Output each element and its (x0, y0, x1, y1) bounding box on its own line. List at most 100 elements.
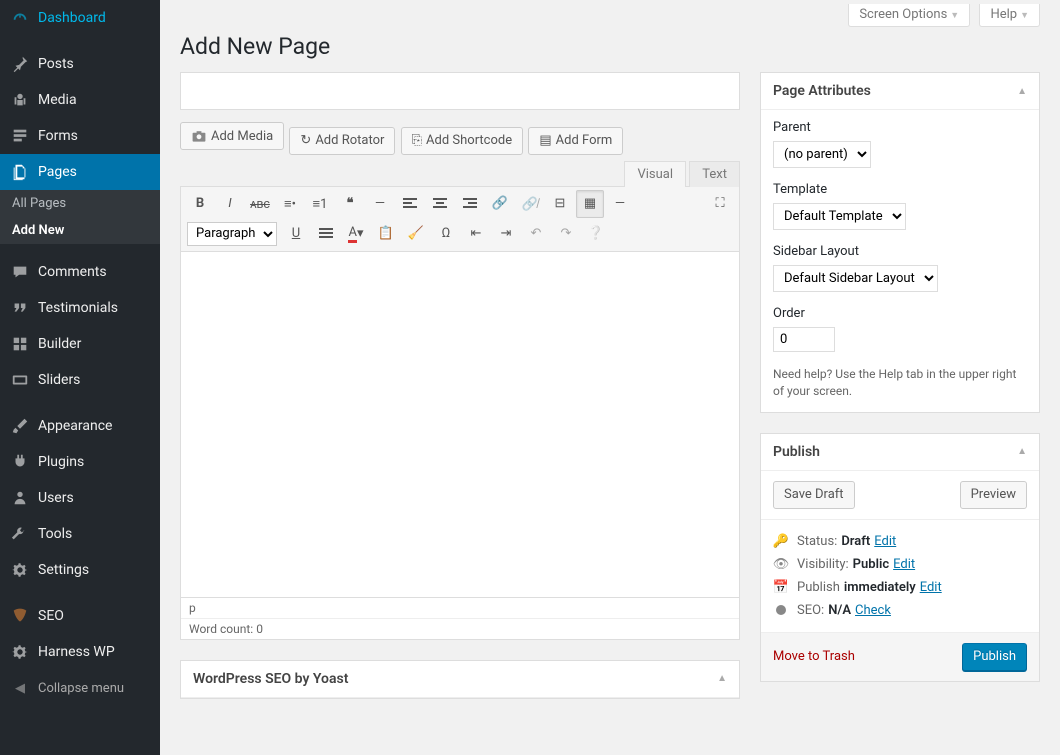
underline-button[interactable]: U (282, 220, 310, 248)
brush-icon (10, 416, 30, 436)
align-center-button[interactable] (426, 190, 454, 218)
sidebar-item-builder[interactable]: Builder (0, 326, 160, 362)
bullet-list-button[interactable]: ≡• (276, 190, 304, 218)
page-attributes-header[interactable]: Page Attributes ▲ (761, 73, 1039, 110)
format-select[interactable]: Paragraph (187, 222, 277, 246)
publish-header[interactable]: Publish ▲ (761, 434, 1039, 471)
tab-visual[interactable]: Visual (624, 161, 686, 187)
help-button[interactable]: Help▼ (979, 4, 1040, 27)
sidebar-item-harness[interactable]: Harness WP (0, 634, 160, 670)
page-title-input[interactable] (180, 72, 740, 110)
grid-icon (10, 334, 30, 354)
text-color-button[interactable]: A ▾ (342, 220, 370, 248)
sidebar-item-pages[interactable]: Pages (0, 154, 160, 190)
move-to-trash-link[interactable]: Move to Trash (773, 649, 855, 664)
calendar-icon: 📅 (773, 580, 789, 595)
unlink-button[interactable]: 🔗̸ (516, 190, 544, 218)
yoast-seo-box: WordPress SEO by Yoast ▲ (180, 660, 740, 699)
pin-icon (10, 54, 30, 74)
editor-toolbar: B I ᴀʙᴄ ≡• ≡1 ❝ — 🔗 🔗̸ ⊟ ▦ — ⛶ (180, 186, 740, 252)
submenu-add-new[interactable]: Add New (0, 217, 160, 244)
sidebar-item-forms[interactable]: Forms (0, 118, 160, 154)
sidebar-item-label: Dashboard (38, 10, 106, 26)
sliders-icon (10, 370, 30, 390)
hr-button[interactable]: — (366, 190, 394, 218)
sidebar-item-media[interactable]: Media (0, 82, 160, 118)
sidebar-item-testimonials[interactable]: Testimonials (0, 290, 160, 326)
chevron-up-icon: ▲ (1017, 86, 1027, 97)
undo-button[interactable]: ↶ (522, 220, 550, 248)
add-shortcode-button[interactable]: ⎘Add Shortcode (401, 127, 524, 155)
order-input[interactable] (773, 327, 835, 352)
italic-button[interactable]: I (216, 190, 244, 218)
element-path[interactable]: p (181, 598, 739, 619)
dashboard-icon (10, 8, 30, 28)
sidebar-item-dashboard[interactable]: Dashboard (0, 0, 160, 36)
editor-statusbar: p Word count: 0 (180, 598, 740, 640)
paste-text-button[interactable]: 📋 (372, 220, 400, 248)
save-draft-button[interactable]: Save Draft (773, 481, 855, 509)
sidebar-item-sliders[interactable]: Sliders (0, 362, 160, 398)
bold-button[interactable]: B (186, 190, 214, 218)
help-button[interactable]: ❔ (582, 220, 610, 248)
add-rotator-button[interactable]: ↻Add Rotator (289, 127, 395, 155)
add-media-button[interactable]: Add Media (180, 122, 284, 150)
screen-options-button[interactable]: Screen Options▼ (848, 4, 970, 27)
edit-status-link[interactable]: Edit (874, 534, 896, 549)
collapse-menu[interactable]: ◀ Collapse menu (0, 670, 160, 706)
add-form-button[interactable]: ▤Add Form (528, 127, 623, 155)
sidebar-item-plugins[interactable]: Plugins (0, 444, 160, 480)
parent-label: Parent (773, 120, 1027, 135)
clear-formatting-button[interactable]: 🧹 (402, 220, 430, 248)
readmore-button[interactable]: ⊟ (546, 190, 574, 218)
fullscreen-button[interactable]: ⛶ (706, 190, 734, 218)
special-char-button[interactable]: Ω (432, 220, 460, 248)
check-seo-link[interactable]: Check (855, 603, 891, 618)
publish-button[interactable]: Publish (962, 643, 1027, 671)
sidebar-layout-select[interactable]: Default Sidebar Layout (773, 265, 938, 292)
sidebar-item-users[interactable]: Users (0, 480, 160, 516)
publish-box: Publish ▲ Save Draft Preview 🔑 Status: D… (760, 433, 1040, 682)
distraction-free-button[interactable]: — (606, 190, 634, 218)
sidebar-item-settings[interactable]: Settings (0, 552, 160, 588)
wrench-icon (10, 524, 30, 544)
sidebar-item-seo[interactable]: SEO (0, 598, 160, 634)
seo-row: SEO: N/A Check (773, 599, 1027, 622)
redo-button[interactable]: ↷ (552, 220, 580, 248)
sidebar-item-label: Sliders (38, 372, 80, 388)
justify-button[interactable] (312, 220, 340, 248)
media-buttons: Add Media ↻Add Rotator ⎘Add Shortcode ▤A… (180, 122, 740, 155)
link-button[interactable]: 🔗 (486, 190, 514, 218)
indent-button[interactable]: ⇥ (492, 220, 520, 248)
sidebar-item-label: Posts (38, 56, 74, 72)
sidebar-item-label: SEO (38, 608, 64, 624)
sidebar-item-posts[interactable]: Posts (0, 46, 160, 82)
preview-button[interactable]: Preview (960, 481, 1027, 509)
page-attributes-box: Page Attributes ▲ Parent (no parent) Tem… (760, 72, 1040, 413)
user-icon (10, 488, 30, 508)
visibility-row: 👁 Visibility: Public Edit (773, 553, 1027, 576)
editor-content[interactable] (180, 252, 740, 598)
blockquote-button[interactable]: ❝ (336, 190, 364, 218)
align-right-button[interactable] (456, 190, 484, 218)
collapse-icon: ◀ (10, 678, 30, 698)
comment-icon (10, 262, 30, 282)
submenu-all-pages[interactable]: All Pages (0, 190, 160, 217)
quote-icon (10, 298, 30, 318)
yoast-seo-header[interactable]: WordPress SEO by Yoast ▲ (181, 661, 739, 698)
edit-visibility-link[interactable]: Edit (893, 557, 915, 572)
tab-text[interactable]: Text (689, 161, 740, 187)
numbered-list-button[interactable]: ≡1 (306, 190, 334, 218)
outdent-button[interactable]: ⇤ (462, 220, 490, 248)
main-content: Screen Options▼ Help▼ Add New Page Add M… (160, 0, 1060, 755)
strike-button[interactable]: ᴀʙᴄ (246, 190, 274, 218)
align-left-button[interactable] (396, 190, 424, 218)
parent-select[interactable]: (no parent) (773, 141, 871, 168)
sidebar-item-tools[interactable]: Tools (0, 516, 160, 552)
template-select[interactable]: Default Template (773, 203, 906, 230)
sidebar-item-appearance[interactable]: Appearance (0, 408, 160, 444)
edit-schedule-link[interactable]: Edit (920, 580, 942, 595)
sidebar-item-comments[interactable]: Comments (0, 254, 160, 290)
sidebar-item-label: Comments (38, 264, 107, 280)
toolbar-toggle-button[interactable]: ▦ (576, 190, 604, 218)
